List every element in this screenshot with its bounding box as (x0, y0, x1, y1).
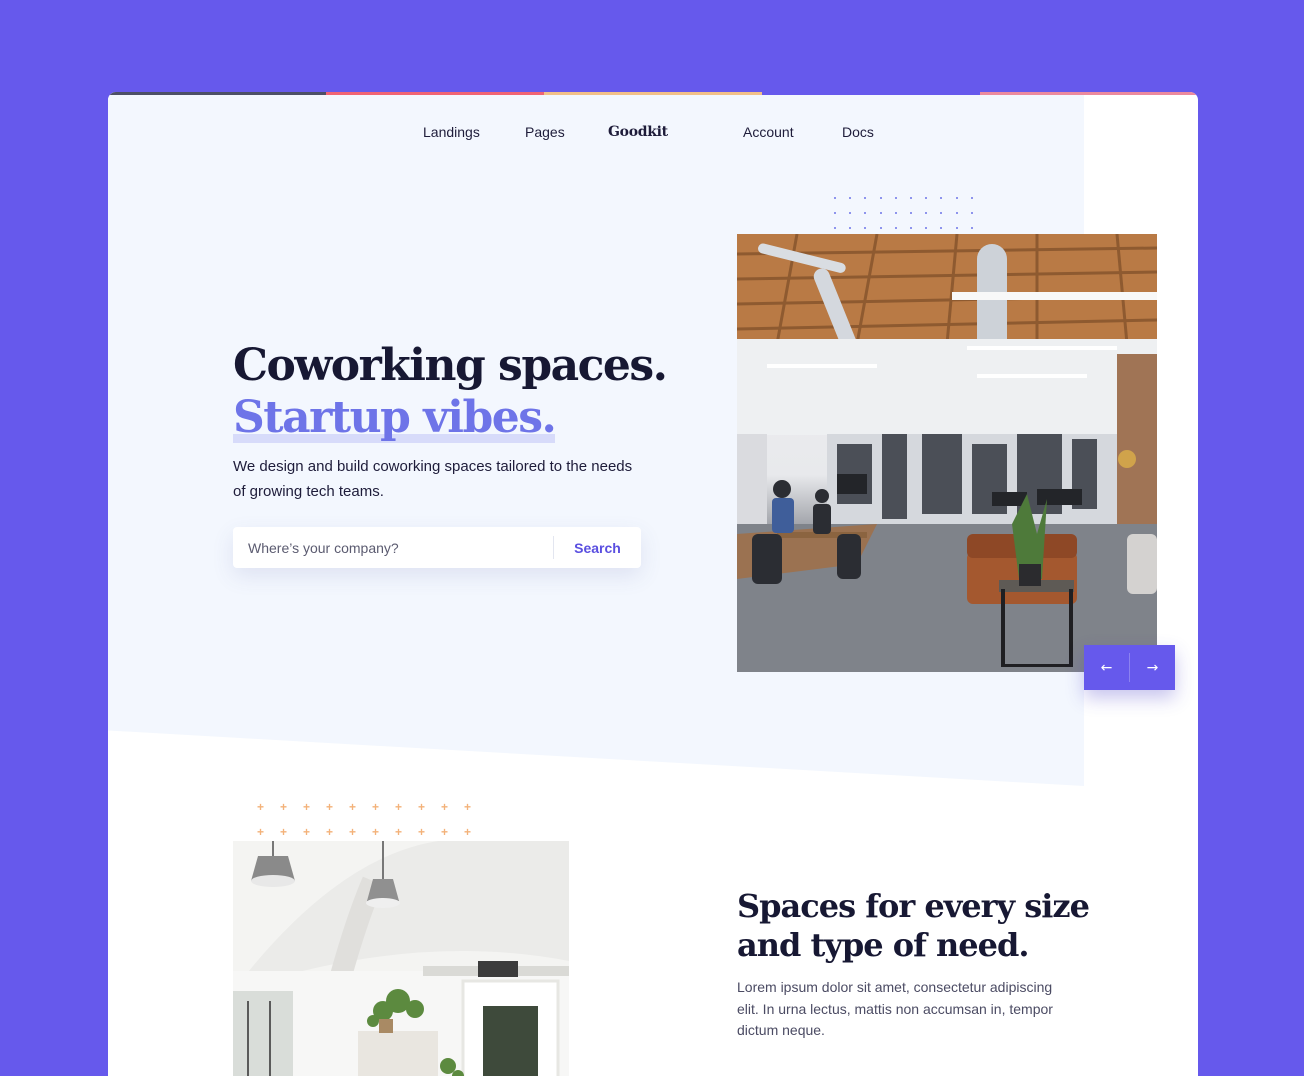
dot (925, 212, 928, 214)
arrow-left-icon[interactable]: ← (1084, 645, 1129, 690)
plus-mark: + (280, 800, 288, 814)
office-illustration (737, 234, 1157, 672)
plus-mark: + (349, 825, 357, 839)
dot (849, 227, 852, 229)
top-bar-segment (108, 92, 326, 95)
main-nav: Landings Pages Goodkit Account Docs (108, 120, 1084, 146)
interior-illustration (233, 841, 569, 1076)
hero-description: We design and build coworking spaces tai… (233, 458, 633, 500)
dot (849, 212, 852, 214)
plus-mark: + (280, 825, 288, 839)
dot (879, 197, 882, 199)
carousel-controls: ← → (1084, 645, 1175, 690)
dot (894, 227, 897, 229)
plus-mark: + (372, 825, 380, 839)
dot (970, 197, 973, 199)
dot (970, 212, 973, 214)
dot (909, 197, 912, 199)
plus-mark: + (372, 800, 380, 814)
plus-grid-icon: + + + + + + + + + + + + + + + + + + + + (257, 801, 487, 838)
search-button[interactable]: Search (554, 527, 641, 568)
dot-grid-icon (834, 197, 986, 229)
dot (940, 227, 943, 229)
dot (955, 227, 958, 229)
top-color-bar (108, 92, 1198, 95)
interior-photo (233, 841, 569, 1076)
top-bar-segment (326, 92, 544, 95)
dot (909, 212, 912, 214)
top-bar-segment (544, 92, 762, 95)
dot (864, 227, 867, 229)
company-search-bar: Search (233, 527, 641, 568)
top-bar-segment (980, 92, 1198, 95)
plus-mark: + (441, 825, 449, 839)
dot (834, 227, 836, 229)
nav-link-pages[interactable]: Pages (525, 124, 565, 140)
dot (940, 212, 943, 214)
dot (849, 197, 852, 199)
hero-title: Coworking spaces. Startup vibes. (233, 340, 668, 444)
dot (834, 212, 836, 214)
dot (894, 212, 897, 214)
dot (940, 197, 943, 199)
plus-mark: + (257, 825, 265, 839)
dot (879, 227, 882, 229)
dot (925, 197, 928, 199)
logo[interactable]: Goodkit (608, 124, 668, 140)
dot (879, 212, 882, 214)
plus-mark: + (303, 825, 311, 839)
plus-mark: + (441, 800, 449, 814)
nav-link-account[interactable]: Account (743, 124, 794, 140)
plus-mark: + (418, 800, 426, 814)
section-title: Spaces for every size and type of need. (737, 887, 1090, 965)
landing-page-card: Landings Pages Goodkit Account Docs Cowo… (108, 92, 1198, 1076)
dot (955, 197, 958, 199)
plus-mark: + (326, 800, 334, 814)
company-search-input[interactable] (233, 527, 553, 568)
plus-mark: + (303, 800, 311, 814)
section-title-line1: Spaces for every size (737, 887, 1090, 925)
section-title-line2: and type of need. (737, 926, 1030, 964)
plus-mark: + (395, 825, 403, 839)
dot (894, 197, 897, 199)
dot (925, 227, 928, 229)
plus-mark: + (464, 825, 472, 839)
dot (864, 212, 867, 214)
dot (955, 212, 958, 214)
office-photo (737, 234, 1157, 672)
arrow-right-icon[interactable]: → (1130, 645, 1175, 690)
hero-title-line1: Coworking spaces. (233, 340, 668, 391)
plus-mark: + (326, 825, 334, 839)
top-bar-segment (762, 92, 980, 95)
nav-link-landings[interactable]: Landings (423, 124, 480, 140)
dot (834, 197, 836, 199)
nav-link-docs[interactable]: Docs (842, 124, 874, 140)
plus-mark: + (257, 800, 265, 814)
dot (864, 197, 867, 199)
hero-title-accent: Startup vibes. (233, 392, 557, 443)
plus-mark: + (349, 800, 357, 814)
dot (970, 227, 973, 229)
section-body: Lorem ipsum dolor sit amet, consectetur … (737, 979, 1053, 1038)
plus-mark: + (418, 825, 426, 839)
dot (909, 227, 912, 229)
plus-mark: + (395, 800, 403, 814)
plus-mark: + (464, 800, 472, 814)
